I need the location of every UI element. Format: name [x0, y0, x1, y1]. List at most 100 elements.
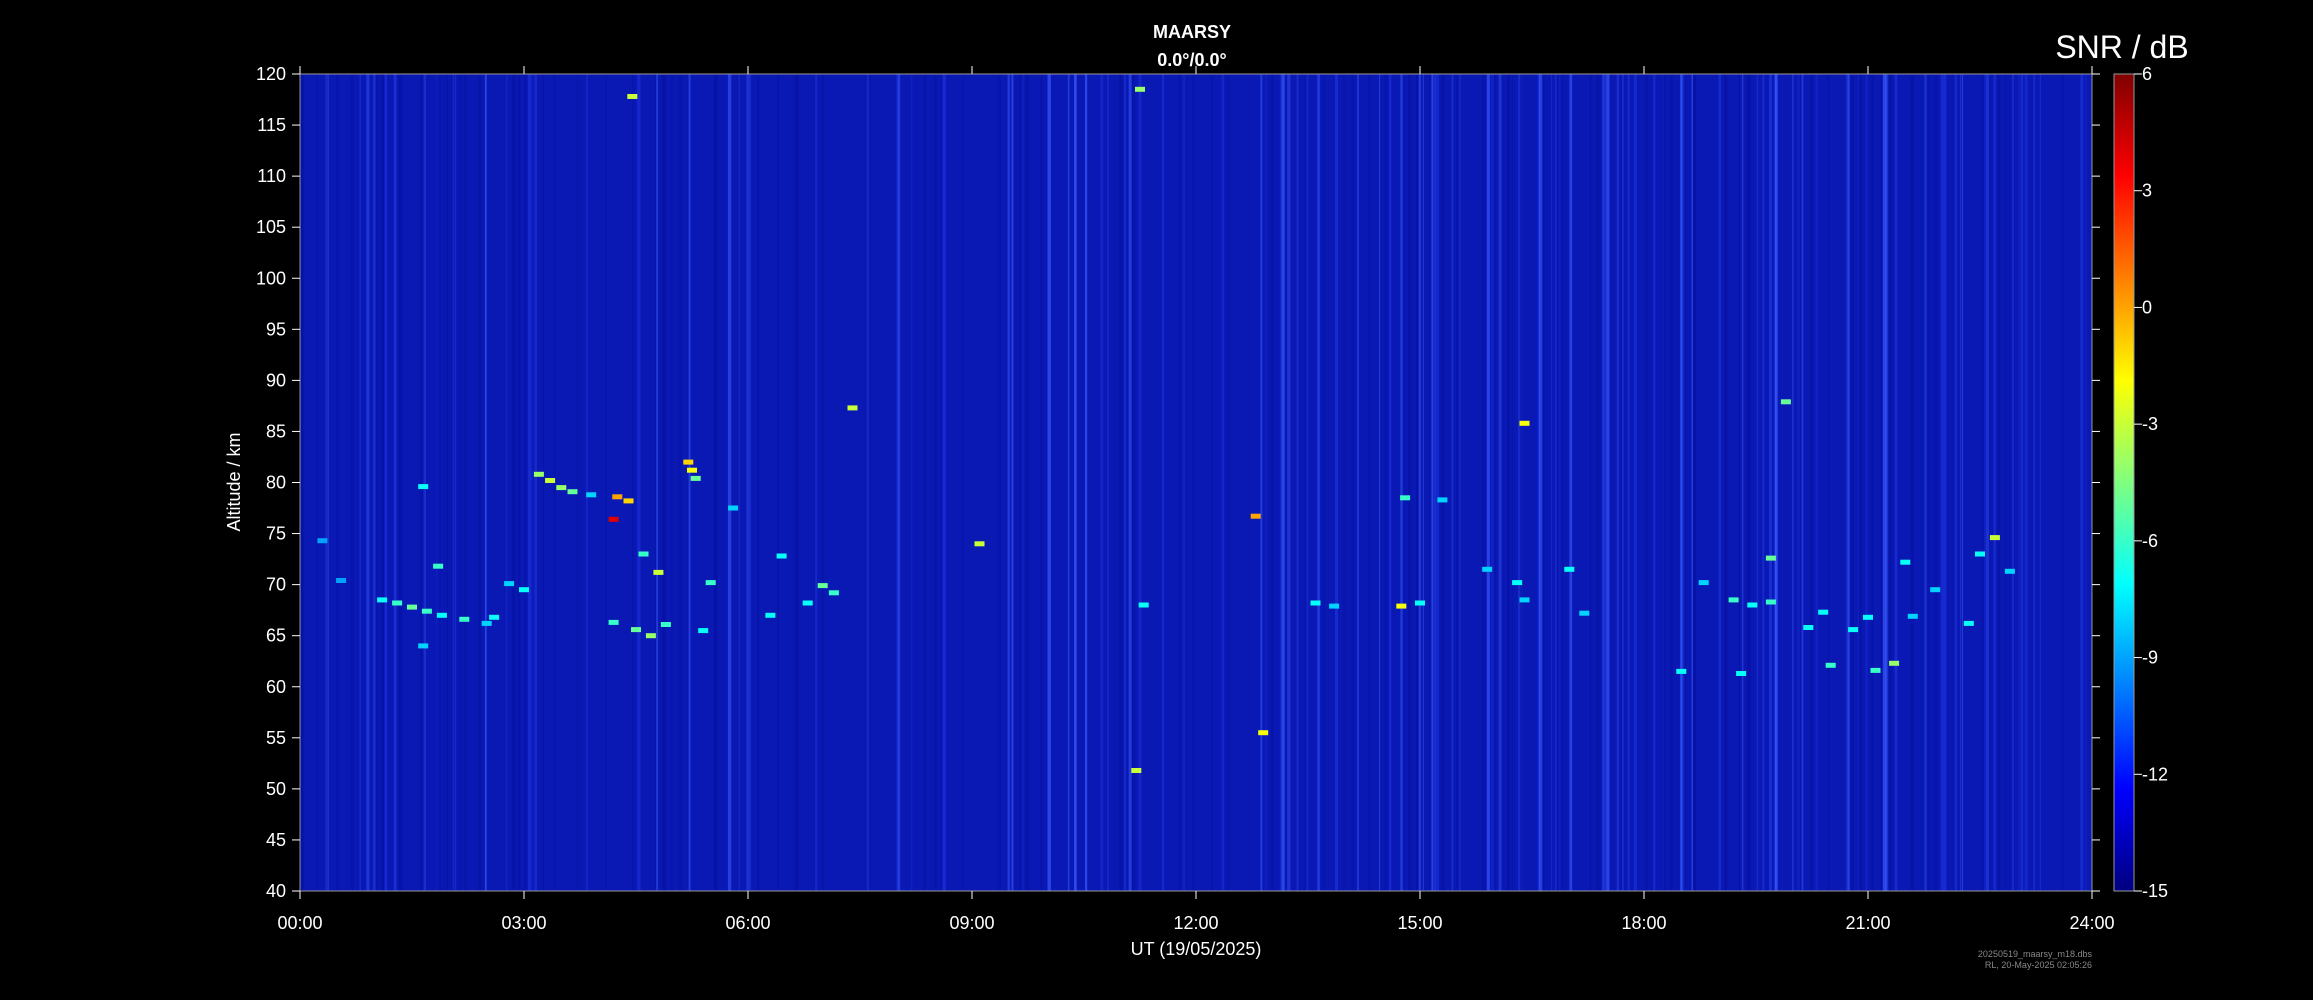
noise-streak: [1186, 74, 1188, 891]
noise-streak: [1221, 74, 1225, 891]
colorbar-tick-label: -3: [2142, 414, 2158, 434]
noise-streak: [637, 74, 641, 891]
colorbar-ticks: -15 -12 -9 -6 -3 0 3 6: [2134, 64, 2168, 901]
noise-streak: [1270, 74, 1274, 891]
noise-streak: [2020, 74, 2024, 891]
echo-mark: [1250, 513, 1261, 519]
noise-streak: [737, 74, 739, 891]
noise-streak: [1518, 74, 1521, 891]
echo-mark: [974, 541, 985, 547]
noise-streak: [1433, 74, 1437, 891]
noise-streak: [542, 74, 544, 891]
echo-mark: [1736, 671, 1747, 676]
echo-mark: [608, 516, 619, 522]
noise-streak: [1556, 74, 1558, 891]
noise-streak: [1887, 74, 1890, 891]
noise-streak: [1451, 74, 1454, 891]
noise-streak: [1993, 74, 1997, 891]
noise-streak: [484, 74, 487, 891]
echo-mark: [1676, 668, 1687, 674]
noise-streak: [1100, 74, 1104, 891]
noise-streak: [1317, 74, 1321, 891]
noise-streak: [577, 74, 579, 891]
noise-streak: [359, 74, 361, 891]
noise-streak: [1367, 74, 1371, 891]
echo-mark: [1870, 667, 1881, 673]
noise-streak: [1486, 74, 1490, 891]
echo-mark: [802, 600, 813, 606]
echo-mark: [436, 612, 447, 618]
noise-streak: [757, 74, 760, 891]
noise-streak: [997, 74, 1000, 891]
noise-streak: [923, 74, 926, 891]
noise-streak: [300, 74, 304, 891]
noise-streak: [1067, 74, 1070, 891]
echo-mark: [1564, 566, 1575, 572]
noise-streak: [1960, 74, 1962, 891]
echo-mark: [504, 581, 515, 587]
noise-streak: [1265, 74, 1267, 891]
y-tick-label: 40: [266, 881, 286, 901]
x-tick-label: 21:00: [1845, 913, 1890, 933]
noise-streak: [1490, 74, 1494, 891]
noise-streak: [1602, 74, 1605, 891]
echo-mark: [481, 620, 492, 626]
echo-mark: [1900, 559, 1911, 565]
noise-streak: [443, 74, 446, 891]
noise-streak: [1287, 74, 1291, 891]
noise-streak: [1436, 74, 1440, 891]
noise-streak: [632, 74, 635, 891]
echo-mark: [627, 94, 638, 99]
noise-streak: [1997, 74, 2001, 891]
noise-streak: [384, 74, 388, 891]
echo-mark: [1396, 603, 1407, 609]
echo-mark: [433, 563, 444, 569]
colorbar-tick-label: -9: [2142, 648, 2158, 668]
noise-streak: [1047, 74, 1051, 891]
noise-streak: [1211, 74, 1213, 891]
noise-streak: [1815, 74, 1819, 891]
y-tick-label: 75: [266, 524, 286, 544]
colorbar-tick-label: -12: [2142, 764, 2168, 784]
echo-mark: [489, 614, 500, 620]
y-tick-label: 45: [266, 830, 286, 850]
echo-mark: [418, 643, 429, 649]
plot-background: [300, 74, 2092, 891]
noise-streak: [2018, 74, 2020, 891]
noise-streak: [1227, 74, 1230, 891]
colorbar-tick-label: 3: [2142, 181, 2152, 201]
noise-streak: [1928, 74, 1930, 891]
noise-streak: [868, 74, 871, 891]
echo-mark: [608, 619, 619, 625]
echo-mark: [1482, 566, 1493, 572]
echo-mark: [638, 551, 649, 557]
echo-mark: [1310, 600, 1321, 606]
echo-mark: [1780, 399, 1791, 405]
colorbar-tick-label: -6: [2142, 531, 2158, 551]
noise-streak: [1351, 74, 1354, 891]
x-tick-label: 09:00: [949, 913, 994, 933]
echo-mark: [1975, 551, 1985, 557]
noise-streak: [1498, 74, 1502, 891]
noise-streak: [2061, 74, 2065, 891]
noise-streak: [1693, 74, 1697, 891]
echo-mark: [1579, 610, 1590, 616]
x-tick-label: 00:00: [277, 913, 322, 933]
noise-streak: [1616, 74, 1619, 891]
noise-streak: [439, 74, 442, 891]
noise-streak: [1858, 74, 1860, 891]
noise-streak: [1859, 74, 1862, 891]
noise-streak: [1119, 74, 1122, 891]
noise-streak: [478, 74, 482, 891]
echo-mark: [567, 489, 578, 495]
noise-streak: [1934, 74, 1938, 891]
noise-streak: [1871, 74, 1873, 891]
y-tick-label: 110: [257, 166, 286, 186]
noise-streak: [1940, 74, 1944, 891]
noise-streak: [1507, 74, 1510, 891]
noise-streak: [1646, 74, 1648, 891]
echo-mark: [1329, 603, 1340, 609]
noise-streak: [1622, 74, 1624, 891]
noise-streak: [350, 74, 354, 891]
noise-streak: [446, 74, 448, 891]
